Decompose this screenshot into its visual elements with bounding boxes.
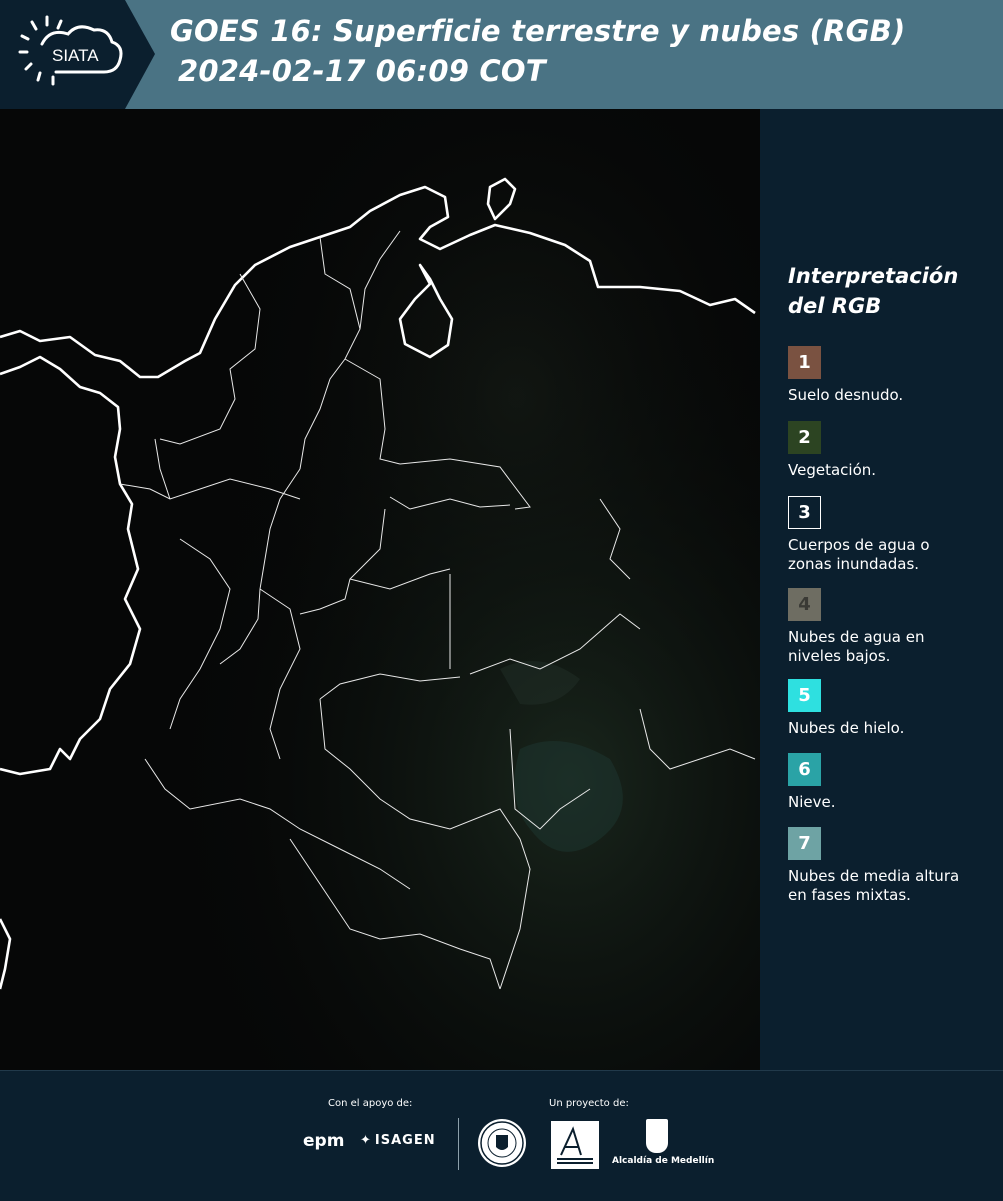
legend-item-3: 3 Cuerpos de agua o zonas inundadas. [788,496,930,574]
legend-item-4: 4 Nubes de agua en niveles bajos. [788,588,925,666]
project-label: Un proyecto de: [549,1098,629,1109]
legend-label: Nieve. [788,793,836,811]
header-bar: SIATA GOES 16: Superficie terrestre y nu… [0,0,1003,109]
legend-title: Interpretación del RGB [788,261,958,321]
legend-label: Suelo desnudo. [788,386,904,404]
legend-item-1: 1 Suelo desnudo. [788,346,903,405]
siata-logo: SIATA [0,0,155,109]
legend-swatch: 3 [788,496,821,529]
area-metropolitana-logo [551,1121,599,1169]
isagen-icon: ✦ [360,1133,372,1148]
footer-divider [458,1118,459,1170]
legend-swatch: 6 [788,753,821,786]
university-seal-icon [478,1119,526,1167]
legend-item-6: 6 Nieve. [788,753,836,812]
legend-label: Nubes de hielo. [788,719,905,737]
svg-text:SIATA: SIATA [52,46,99,65]
support-label: Con el apoyo de: [328,1098,413,1109]
legend-item-2: 2 Vegetación. [788,421,876,480]
legend-swatch: 5 [788,679,821,712]
map-title: GOES 16: Superficie terrestre y nubes (R… [170,14,906,48]
legend-swatch: 2 [788,421,821,454]
legend-title-line1: Interpretación [788,264,959,288]
legend-label: Vegetación. [788,461,877,479]
legend-swatch: 4 [788,588,821,621]
legend-swatch: 1 [788,346,821,379]
legend-panel: Interpretación del RGB 1 Suelo desnudo. … [760,109,1003,1070]
legend-swatch: 7 [788,827,821,860]
alcaldia-logo: Alcaldía de Medellín [612,1119,714,1166]
shield-icon [646,1119,668,1153]
legend-label: Cuerpos de agua o zonas inundadas. [788,536,930,573]
isagen-logo: ✦ ISAGEN [360,1133,436,1148]
legend-title-line2: del RGB [788,294,882,318]
satellite-map [0,109,760,1070]
footer: Con el apoyo de: Un proyecto de: epm ✦ I… [0,1070,1003,1201]
legend-label: Nubes de agua en niveles bajos. [788,628,925,665]
epm-logo: epm [303,1131,345,1151]
legend-item-7: 7 Nubes de media altura en fases mixtas. [788,827,959,905]
map-timestamp: 2024-02-17 06:09 COT [178,54,546,88]
legend-label: Nubes de media altura en fases mixtas. [788,867,960,904]
legend-item-5: 5 Nubes de hielo. [788,679,904,738]
